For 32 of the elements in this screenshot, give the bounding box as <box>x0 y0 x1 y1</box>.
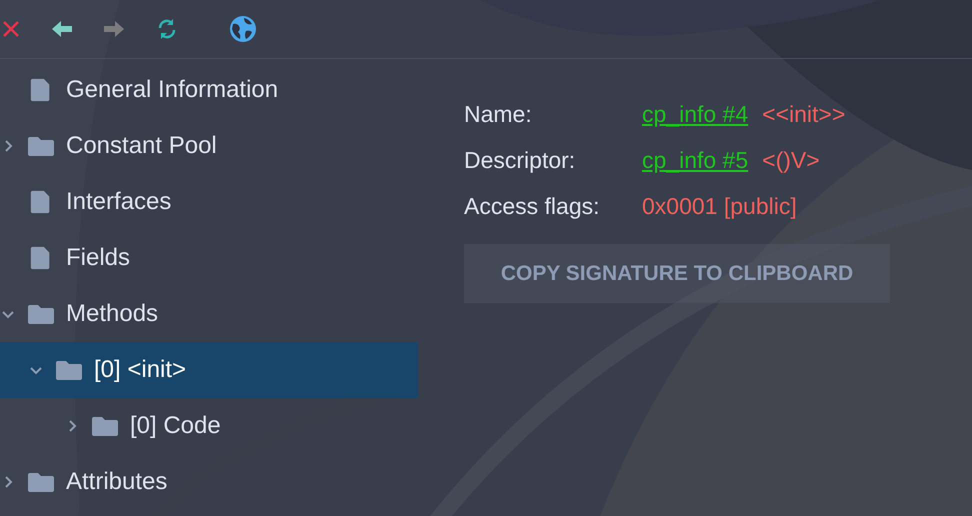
tree-label: [0] Code <box>130 412 221 440</box>
folder-icon <box>28 470 54 494</box>
tree-item[interactable]: Constant Pool <box>0 118 418 174</box>
globe-button[interactable] <box>229 15 257 43</box>
tree-label: Fields <box>66 244 130 272</box>
folder-icon <box>56 358 82 382</box>
folder-icon <box>92 414 118 438</box>
field-label: Descriptor: <box>464 146 576 174</box>
field-value: <<init>> <box>762 100 846 128</box>
tree-item[interactable]: Methods <box>0 286 418 342</box>
back-button[interactable] <box>51 19 73 39</box>
folder-icon <box>28 302 54 326</box>
tree-label: General Information <box>66 76 278 104</box>
folder-icon <box>28 134 54 158</box>
tree-label: [0] <init> <box>94 356 186 384</box>
tree-item[interactable]: Attributes <box>0 454 418 510</box>
tree-item[interactable]: Interfaces <box>0 174 418 230</box>
field-value: <()V> <box>762 146 820 174</box>
tree-label: Methods <box>66 300 158 328</box>
close-button[interactable] <box>1 19 21 39</box>
tree-item[interactable]: [0] Code <box>0 398 418 454</box>
field-label: Access flags: <box>464 192 600 220</box>
field-value: 0x0001 [public] <box>642 192 797 220</box>
tree-label: Attributes <box>66 468 168 496</box>
constant-pool-link[interactable]: cp_info #5 <box>642 146 748 174</box>
field-label: Name: <box>464 100 533 128</box>
tree-item[interactable]: Fields <box>0 230 418 286</box>
tree-item[interactable]: [0] <init> <box>0 342 418 398</box>
tree-label: Constant Pool <box>66 132 217 160</box>
tree-item[interactable]: General Information <box>0 62 418 118</box>
tree-label: Interfaces <box>66 188 172 216</box>
constant-pool-link[interactable]: cp_info #4 <box>642 100 748 128</box>
